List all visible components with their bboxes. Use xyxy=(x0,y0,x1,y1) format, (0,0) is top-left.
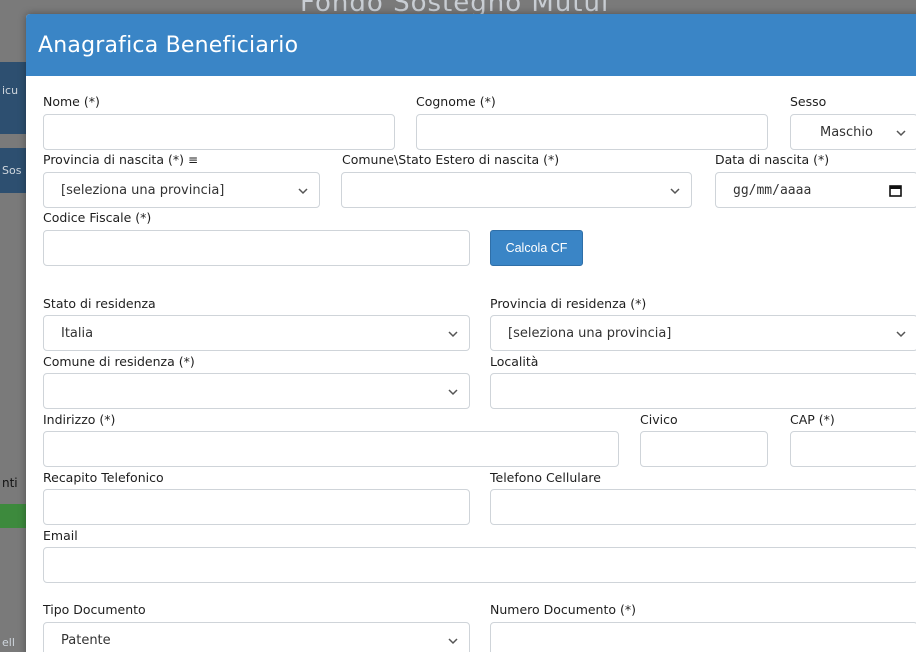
provincia-nascita-label: Provincia di nascita (*) ≡ xyxy=(43,152,198,167)
background-side-label: ell xyxy=(2,636,15,649)
background-side-label: nti xyxy=(2,476,18,490)
tipo-documento-select[interactable]: Patente xyxy=(43,622,470,652)
sesso-label: Sesso xyxy=(790,94,827,109)
stato-residenza-select[interactable]: Italia xyxy=(43,315,470,351)
nome-label: Nome (*) xyxy=(43,94,100,109)
provincia-residenza-label: Provincia di residenza (*) xyxy=(490,296,647,311)
data-nascita-placeholder: gg/mm/aaaa xyxy=(733,183,812,198)
background-side-label: icu xyxy=(2,84,19,97)
localita-label: Località xyxy=(490,354,539,369)
tipo-documento-label: Tipo Documento xyxy=(43,602,146,617)
localita-input[interactable] xyxy=(490,373,916,409)
sesso-select[interactable]: Maschio xyxy=(790,114,916,150)
modal-header: Anagrafica Beneficiario xyxy=(26,14,916,76)
sesso-value: Maschio xyxy=(820,125,873,140)
provincia-residenza-select[interactable]: [seleziona una provincia] xyxy=(490,315,916,351)
chevron-down-icon xyxy=(298,188,308,195)
background-green-bar xyxy=(0,504,28,528)
email-label: Email xyxy=(43,528,78,543)
beneficiary-modal: Anagrafica Beneficiario Nome (*) Cognome… xyxy=(26,14,916,652)
indirizzo-input[interactable] xyxy=(43,431,619,467)
provincia-nascita-value: [seleziona una provincia] xyxy=(61,183,225,198)
modal-title: Anagrafica Beneficiario xyxy=(38,32,299,58)
indirizzo-label: Indirizzo (*) xyxy=(43,412,116,427)
comune-nascita-select[interactable] xyxy=(341,172,692,208)
telefono-cellulare-label: Telefono Cellulare xyxy=(490,470,601,485)
stato-residenza-value: Italia xyxy=(61,326,94,341)
cognome-input[interactable] xyxy=(416,114,768,150)
background-sidebar-block xyxy=(0,62,28,134)
cognome-label: Cognome (*) xyxy=(416,94,496,109)
codice-fiscale-label: Codice Fiscale (*) xyxy=(43,210,152,225)
provincia-nascita-label-text: Provincia di nascita (*) xyxy=(43,152,184,167)
comune-residenza-select[interactable] xyxy=(43,373,470,409)
recapito-telefonico-input[interactable] xyxy=(43,489,470,525)
codice-fiscale-input[interactable] xyxy=(43,230,470,266)
chevron-down-icon xyxy=(896,331,906,338)
telefono-cellulare-input[interactable] xyxy=(490,489,916,525)
numero-documento-input[interactable] xyxy=(490,622,916,652)
data-nascita-input[interactable]: gg/mm/aaaa xyxy=(715,172,916,208)
cap-label: CAP (*) xyxy=(790,412,835,427)
comune-nascita-label: Comune\Stato Estero di nascita (*) xyxy=(342,152,560,167)
nome-input[interactable] xyxy=(43,114,395,150)
list-icon[interactable]: ≡ xyxy=(188,153,198,167)
chevron-down-icon xyxy=(896,130,906,137)
chevron-down-icon xyxy=(670,188,680,195)
email-input[interactable] xyxy=(43,547,916,583)
provincia-residenza-value: [seleziona una provincia] xyxy=(508,326,672,341)
civico-input[interactable] xyxy=(640,431,768,467)
civico-label: Civico xyxy=(640,412,678,427)
calendar-icon[interactable] xyxy=(889,184,902,197)
comune-residenza-label: Comune di residenza (*) xyxy=(43,354,195,369)
provincia-nascita-select[interactable]: [seleziona una provincia] xyxy=(43,172,320,208)
data-nascita-label: Data di nascita (*) xyxy=(715,152,830,167)
tipo-documento-value: Patente xyxy=(61,633,111,648)
recapito-telefonico-label: Recapito Telefonico xyxy=(43,470,164,485)
background-side-label: Sos xyxy=(2,164,22,177)
chevron-down-icon xyxy=(448,638,458,645)
stato-residenza-label: Stato di residenza xyxy=(43,296,156,311)
cap-input[interactable] xyxy=(790,431,916,467)
chevron-down-icon xyxy=(448,331,458,338)
chevron-down-icon xyxy=(448,389,458,396)
numero-documento-label: Numero Documento (*) xyxy=(490,602,637,617)
calcola-cf-button[interactable]: Calcola CF xyxy=(490,230,583,266)
